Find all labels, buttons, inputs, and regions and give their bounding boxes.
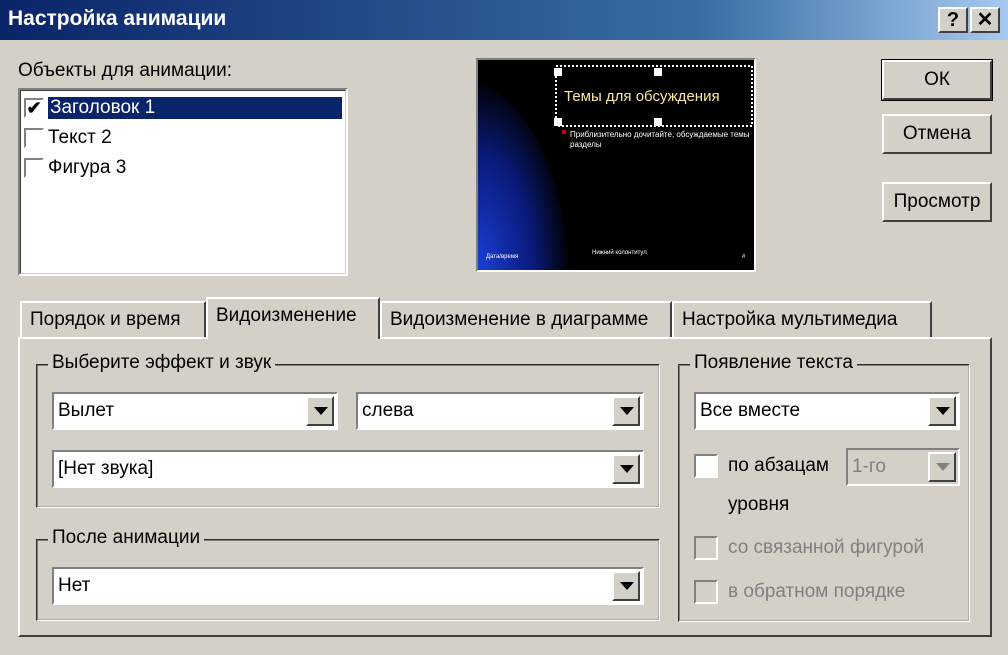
by-paragraph-label: по абзацам <box>728 455 829 476</box>
text-mode-dropdown[interactable]: Все вместе <box>694 392 960 430</box>
chevron-down-icon[interactable] <box>928 396 956 426</box>
linked-shape-label: со связанной фигурой <box>728 537 925 558</box>
list-item[interactable]: Текст 2 <box>24 124 112 152</box>
list-item-label: Фигура 3 <box>48 157 127 178</box>
level-suffix-label: уровня <box>728 494 790 515</box>
cancel-button[interactable]: Отмена <box>882 114 992 154</box>
checkbox-icon[interactable] <box>24 128 44 148</box>
preview-title: Темы для обсуждения <box>564 88 720 105</box>
list-item-label: Текст 2 <box>48 127 112 148</box>
title-bar: Настройка анимации ? ✕ <box>0 0 1008 40</box>
reverse-order-label: в обратном порядке <box>728 581 906 602</box>
help-button[interactable]: ? <box>938 7 968 33</box>
after-animation-group: После анимации Нет <box>36 527 660 621</box>
chevron-down-icon[interactable] <box>612 396 640 426</box>
sound-dropdown[interactable]: [Нет звука] <box>52 450 644 488</box>
preview-button[interactable]: Просмотр <box>882 182 992 222</box>
chevron-down-icon[interactable] <box>612 571 640 601</box>
direction-dropdown[interactable]: слева <box>356 392 644 430</box>
preview-footer-center: Нижний колонтитул <box>592 250 647 256</box>
chevron-down-icon[interactable] <box>306 396 334 426</box>
checkbox-icon[interactable] <box>694 454 718 478</box>
checkbox-checked-icon[interactable]: ✔ <box>24 98 44 118</box>
text-appearance-group-label: Появление текста <box>690 352 857 374</box>
level-value: 1-го <box>852 456 886 477</box>
effect-value: Вылет <box>58 400 115 421</box>
tab-chart-effects[interactable]: Видоизменение в диаграмме <box>380 301 672 339</box>
checkbox-icon[interactable] <box>694 536 718 560</box>
checkbox-icon[interactable] <box>24 158 44 178</box>
tab-multimedia-settings[interactable]: Настройка мультимедиа <box>672 301 932 339</box>
tab-order-timing[interactable]: Порядок и время <box>20 301 206 339</box>
text-mode-value: Все вместе <box>700 400 801 421</box>
tab-panel: Выберите эффект и звук Вылет слева [Нет … <box>18 337 992 637</box>
slide-preview: Темы для обсуждения Приблизительно дочит… <box>476 58 756 272</box>
preview-footer-left: Дата/время <box>486 254 519 260</box>
by-paragraph-option[interactable]: по абзацам <box>694 454 829 478</box>
tab-effects[interactable]: Видоизменение <box>206 297 380 339</box>
preview-body-2: разделы <box>570 140 602 149</box>
direction-value: слева <box>362 400 414 421</box>
window-title: Настройка анимации <box>8 7 227 30</box>
reverse-order-option[interactable]: в обратном порядке <box>694 580 905 604</box>
objects-list[interactable]: ✔ Заголовок 1 Текст 2 Фигура 3 <box>18 88 348 276</box>
linked-shape-option[interactable]: со связанной фигурой <box>694 536 924 560</box>
chevron-down-icon[interactable] <box>612 454 640 484</box>
chevron-down-icon[interactable] <box>928 452 956 482</box>
after-animation-dropdown[interactable]: Нет <box>52 567 644 605</box>
level-dropdown[interactable]: 1-го <box>846 448 960 486</box>
effect-sound-group-label: Выберите эффект и звук <box>48 352 276 374</box>
list-item[interactable]: Фигура 3 <box>24 154 126 182</box>
objects-label: Объекты для анимации: <box>18 60 233 81</box>
preview-body: Приблизительно дочитайте, обсуждаемые те… <box>570 130 750 139</box>
close-button[interactable]: ✕ <box>970 7 1000 33</box>
effect-sound-group: Выберите эффект и звук Вылет слева [Нет … <box>36 352 660 508</box>
preview-footer-right: # <box>742 254 746 260</box>
after-animation-group-label: После анимации <box>48 527 205 549</box>
text-appearance-group: Появление текста Все вместе по абзацам 1… <box>678 352 970 622</box>
effect-dropdown[interactable]: Вылет <box>52 392 338 430</box>
sound-value: [Нет звука] <box>58 458 154 479</box>
list-item[interactable]: ✔ Заголовок 1 <box>24 94 342 122</box>
ok-button[interactable]: ОК <box>881 59 993 101</box>
list-item-label: Заголовок 1 <box>48 97 342 119</box>
checkbox-icon[interactable] <box>694 580 718 604</box>
after-animation-value: Нет <box>58 575 91 596</box>
